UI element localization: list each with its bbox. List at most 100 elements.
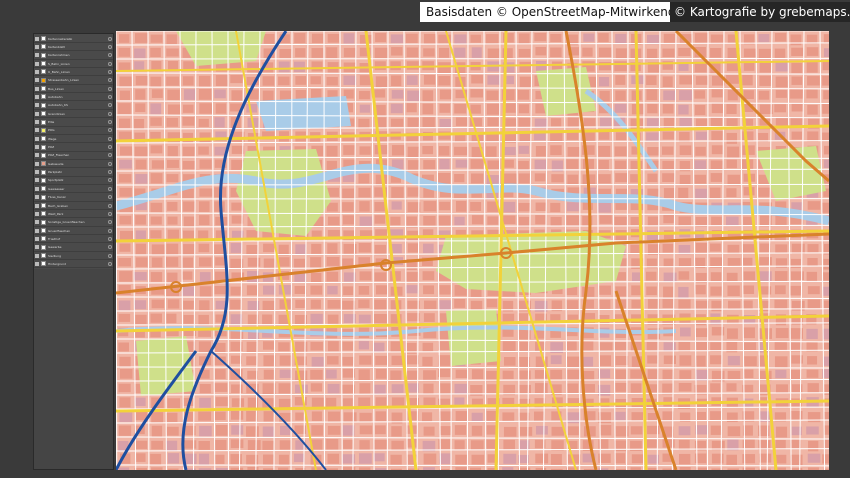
layer-row[interactable]: Bus_Linien — [34, 85, 113, 94]
layer-target-icon[interactable] — [108, 186, 112, 191]
visibility-eye-icon[interactable] — [35, 261, 39, 266]
visibility-eye-icon[interactable] — [35, 111, 39, 116]
layer-row[interactable]: Strassenbahn_Linien — [34, 77, 113, 85]
layer-row[interactable]: U_Bahn_Linien — [34, 68, 113, 77]
layer-row[interactable]: POZ_Flaechen — [34, 152, 113, 160]
visibility-eye-icon[interactable] — [35, 94, 39, 99]
building-block — [262, 76, 275, 86]
building-block — [311, 397, 325, 408]
layer-target-icon[interactable] — [108, 220, 112, 225]
layer-row[interactable]: POIs — [34, 127, 113, 135]
building-block — [118, 131, 132, 141]
layer-row[interactable]: Ellie — [34, 119, 113, 127]
building-block — [758, 187, 771, 197]
layer-target-icon[interactable] — [108, 228, 112, 233]
layer-target-icon[interactable] — [108, 78, 112, 83]
layer-row[interactable]: POZ — [34, 144, 113, 152]
building-block — [198, 440, 210, 450]
building-block — [774, 341, 787, 351]
layer-target-icon[interactable] — [108, 53, 112, 58]
layer-row[interactable]: Fluss_Kanal — [34, 194, 113, 202]
layer-row[interactable]: Gruenflaechen — [34, 227, 113, 236]
visibility-eye-icon[interactable] — [35, 186, 39, 191]
visibility-eye-icon[interactable] — [35, 44, 39, 49]
layer-row[interactable]: Autobahn_KS — [34, 102, 113, 110]
visibility-eye-icon[interactable] — [35, 145, 39, 150]
visibility-eye-icon[interactable] — [35, 220, 39, 225]
visibility-eye-icon[interactable] — [35, 128, 39, 133]
building-block — [310, 369, 323, 380]
visibility-eye-icon[interactable] — [35, 120, 39, 124]
layer-row[interactable]: S_Bahn_Linien — [34, 60, 113, 69]
visibility-eye-icon[interactable] — [35, 211, 39, 216]
layer-row[interactable]: Siedlung — [34, 252, 113, 261]
visibility-eye-icon[interactable] — [35, 178, 39, 183]
layer-target-icon[interactable] — [108, 128, 112, 133]
visibility-eye-icon[interactable] — [35, 161, 39, 166]
building-block — [279, 355, 292, 366]
layer-row[interactable]: Gewerbe — [34, 244, 113, 252]
layer-target-icon[interactable] — [108, 44, 112, 49]
visibility-eye-icon[interactable] — [35, 78, 39, 83]
visibility-eye-icon[interactable] — [35, 136, 39, 141]
layer-row[interactable]: Kartenrahmen — [34, 52, 113, 60]
layer-color-swatch — [41, 102, 46, 108]
layer-target-icon[interactable] — [108, 253, 112, 258]
visibility-eye-icon[interactable] — [35, 86, 39, 91]
visibility-eye-icon[interactable] — [35, 36, 39, 41]
building-block — [439, 383, 451, 395]
layer-target-icon[interactable] — [108, 245, 112, 250]
layer-target-icon[interactable] — [108, 111, 112, 116]
visibility-eye-icon[interactable] — [35, 245, 39, 250]
visibility-eye-icon[interactable] — [35, 236, 39, 241]
building-block — [263, 468, 275, 470]
visibility-eye-icon[interactable] — [35, 203, 39, 208]
layer-target-icon[interactable] — [108, 211, 112, 216]
visibility-eye-icon[interactable] — [35, 61, 39, 66]
layer-target-icon[interactable] — [108, 236, 112, 241]
layer-row[interactable]: Autobahn — [34, 93, 113, 102]
visibility-eye-icon[interactable] — [35, 153, 39, 158]
layer-target-icon[interactable] — [108, 103, 112, 108]
visibility-eye-icon[interactable] — [35, 103, 39, 108]
layer-target-icon[interactable] — [108, 145, 112, 150]
layer-target-icon[interactable] — [108, 161, 112, 166]
layer-row[interactable]: Kartenblatt — [34, 43, 113, 52]
building-block — [598, 369, 611, 379]
layer-target-icon[interactable] — [108, 203, 112, 208]
layer-row[interactable]: Sportplatz — [34, 177, 113, 185]
visibility-eye-icon[interactable] — [35, 195, 39, 200]
layer-target-icon[interactable] — [108, 36, 112, 41]
layer-target-icon[interactable] — [108, 136, 112, 141]
visibility-eye-icon[interactable] — [35, 253, 39, 258]
layer-row[interactable]: Sonstige_Gruenflaechen — [34, 219, 113, 227]
layer-row[interactable]: Friedhof — [34, 235, 113, 244]
layer-target-icon[interactable] — [108, 153, 112, 158]
layer-row[interactable]: Gewaesser — [34, 185, 113, 194]
visibility-eye-icon[interactable] — [35, 69, 39, 74]
layer-target-icon[interactable] — [108, 261, 112, 266]
layer-target-icon[interactable] — [108, 170, 112, 175]
layer-row[interactable]: Bach_Graben — [34, 202, 113, 210]
layer-row[interactable]: Wald_Park — [34, 210, 113, 219]
visibility-eye-icon[interactable] — [35, 228, 39, 233]
building-block — [662, 173, 675, 182]
layer-row[interactable]: Grenzlinien — [34, 110, 113, 119]
layer-target-icon[interactable] — [108, 69, 112, 74]
layer-target-icon[interactable] — [108, 86, 112, 91]
city-map-canvas[interactable] — [116, 31, 829, 470]
layer-row[interactable]: Hintergrund — [34, 260, 113, 269]
layer-target-icon[interactable] — [108, 195, 112, 200]
layer-row[interactable]: Kartenrasterabk — [34, 35, 113, 43]
layer-target-icon[interactable] — [108, 178, 112, 183]
layer-row[interactable]: Parkplatz — [34, 169, 113, 177]
visibility-eye-icon[interactable] — [35, 53, 39, 58]
layer-target-icon[interactable] — [108, 120, 112, 124]
layer-target-icon[interactable] — [108, 61, 112, 66]
layer-row[interactable]: Wege — [34, 135, 113, 144]
city-map[interactable] — [116, 31, 829, 470]
visibility-eye-icon[interactable] — [35, 170, 39, 175]
building-block — [422, 412, 433, 422]
layer-row[interactable]: Gebaeude — [34, 160, 113, 169]
layer-target-icon[interactable] — [108, 94, 112, 99]
